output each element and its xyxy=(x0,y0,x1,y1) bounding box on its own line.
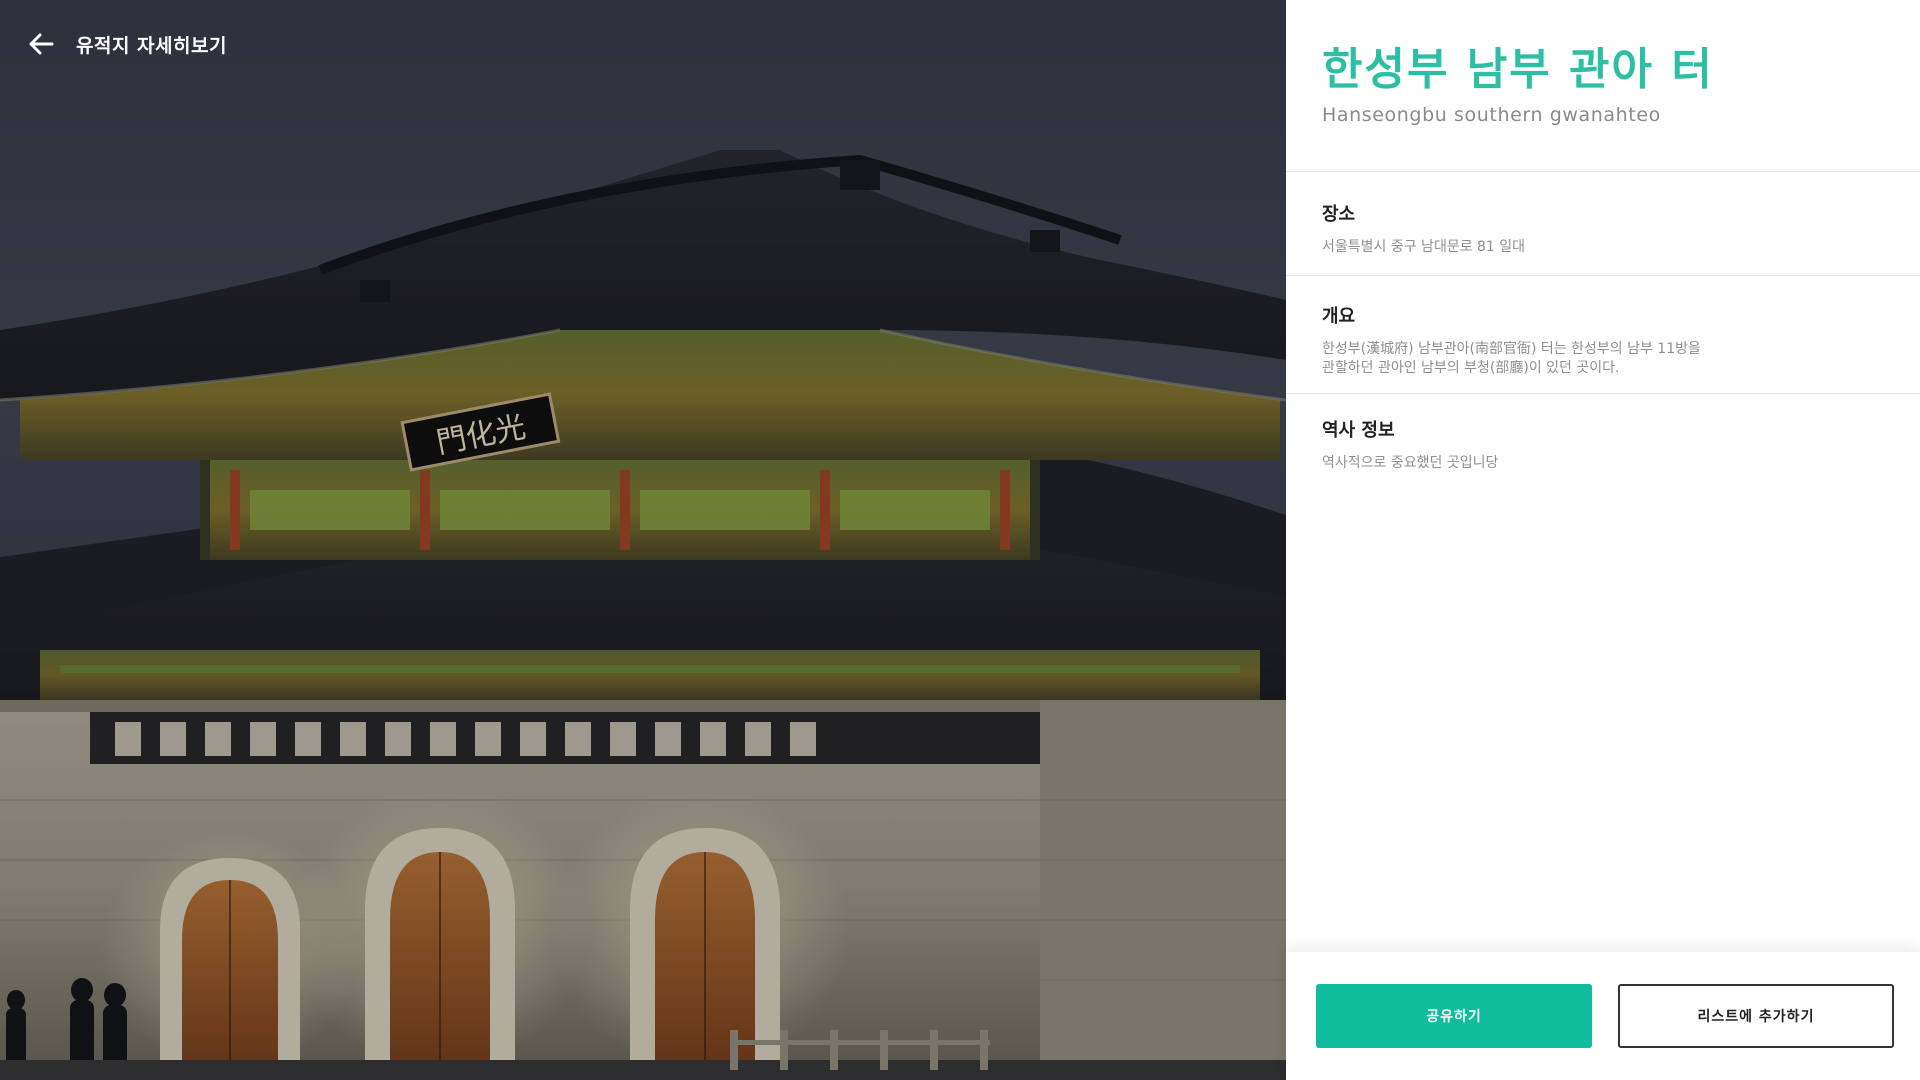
top-bar: 유적지 자세히보기 xyxy=(0,0,227,88)
share-button[interactable]: 공유하기 xyxy=(1316,984,1592,1048)
action-bar: 공유하기 리스트에 추가하기 xyxy=(1286,952,1920,1080)
back-button[interactable] xyxy=(26,29,56,59)
overview-title: 개요 xyxy=(1322,306,1356,327)
location-text: 서울특별시 중구 남대문로 81 일대 xyxy=(1322,239,1526,255)
history-section: 역사 정보 역사적으로 중요했던 곳입니당 xyxy=(1286,394,1920,473)
overview-section: 개요 한성부(漢城府) 남부관아(南部官衙) 터는 한성부의 남부 11방을 관… xyxy=(1286,276,1920,394)
arrow-left-icon xyxy=(29,33,54,55)
history-text: 역사적으로 중요했던 곳입니당 xyxy=(1322,455,1499,471)
overview-line-2: 관할하던 관아인 남부의 부청(部廳)이 있던 곳이다. xyxy=(1322,360,1620,376)
location-section: 장소 서울특별시 중구 남대문로 81 일대 xyxy=(1286,172,1920,276)
overview-text: 한성부(漢城府) 남부관아(南部官衙) 터는 한성부의 남부 11방을 관할하던… xyxy=(1322,340,1752,378)
location-title: 장소 xyxy=(1322,204,1356,225)
gwanghwamun-gate-photo: 門化光 xyxy=(0,0,1286,1080)
overview-line-1: 한성부(漢城府) 남부관아(南部官衙) 터는 한성부의 남부 11방을 xyxy=(1322,341,1701,357)
heritage-photo-panel: 門化光 유적지 자세히보기 xyxy=(0,0,1286,1080)
add-to-list-button[interactable]: 리스트에 추가하기 xyxy=(1618,984,1894,1048)
app-root: 門化光 유적지 자세히보기 한성부 남부 관아 터 Hanseongbu sou… xyxy=(0,0,1920,1080)
page-title: 유적지 자세히보기 xyxy=(76,34,227,57)
heritage-info-panel: 한성부 남부 관아 터 Hanseongbu southern gwanahte… xyxy=(1286,0,1920,1080)
history-title: 역사 정보 xyxy=(1322,420,1395,441)
site-header: 한성부 남부 관아 터 Hanseongbu southern gwanahte… xyxy=(1286,0,1920,172)
site-name-english: Hanseongbu southern gwanahteo xyxy=(1322,104,1661,126)
site-name-korean: 한성부 남부 관아 터 xyxy=(1322,44,1714,95)
